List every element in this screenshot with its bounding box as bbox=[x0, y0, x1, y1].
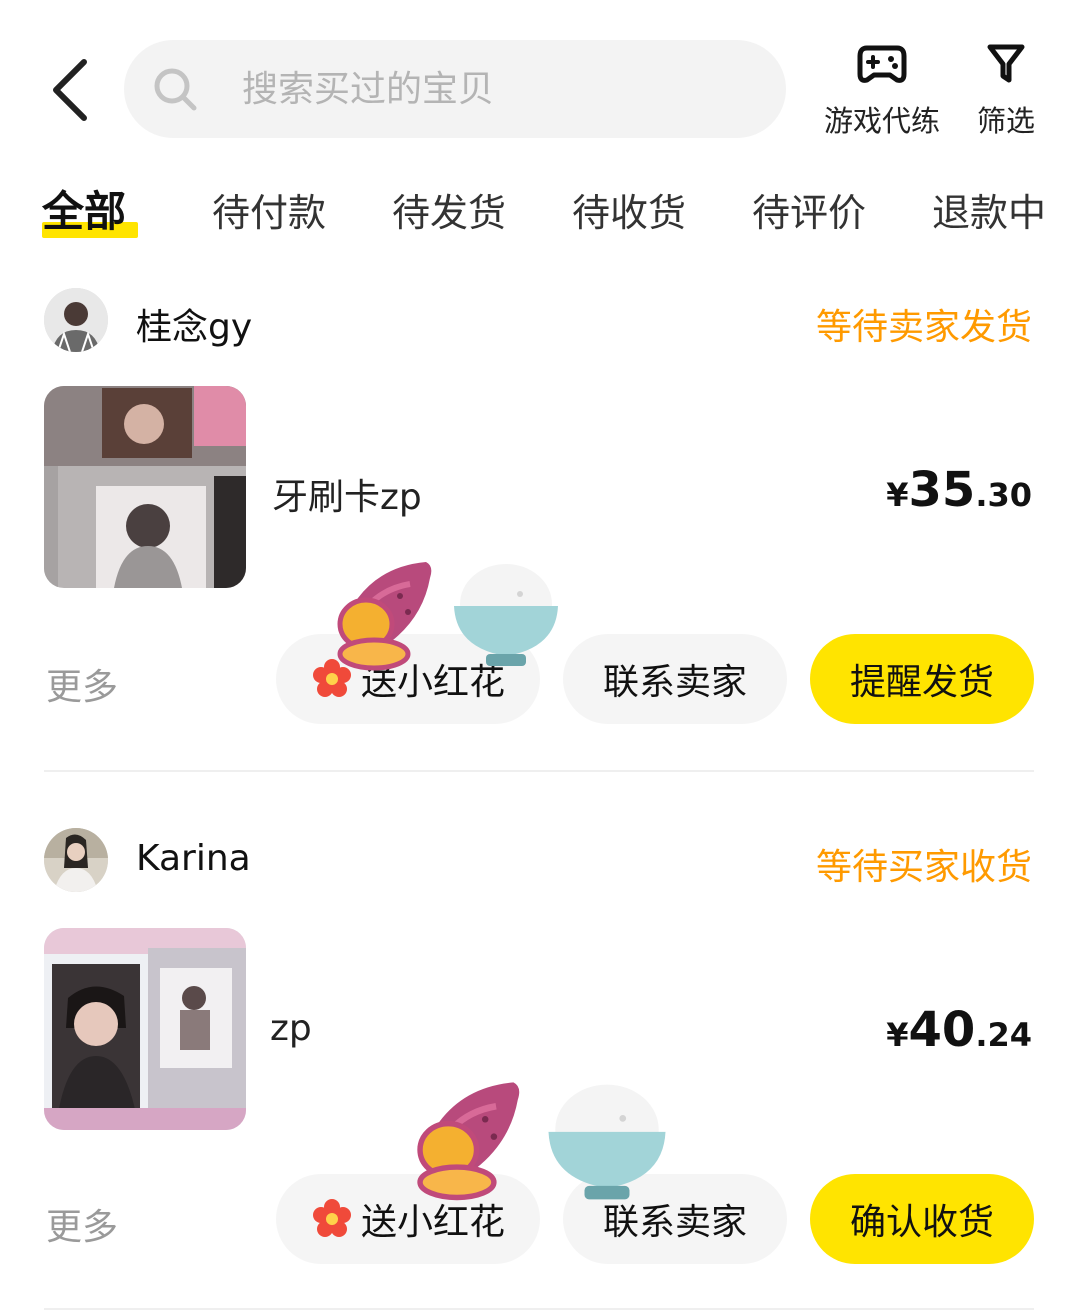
send-flower-label: 送小红花 bbox=[360, 1202, 505, 1243]
flower-icon bbox=[311, 658, 353, 700]
price-currency: ¥ bbox=[886, 476, 909, 514]
remind-shipment-button[interactable]: 提醒发货 bbox=[810, 634, 1034, 724]
search-icon bbox=[152, 66, 198, 112]
game-boost-label: 游戏代练 bbox=[823, 104, 940, 138]
confirm-receipt-label: 确认收货 bbox=[849, 1202, 994, 1243]
seller-avatar[interactable] bbox=[44, 288, 108, 352]
search-bar[interactable] bbox=[124, 40, 786, 138]
back-arrow-icon bbox=[53, 59, 87, 121]
gamepad-icon bbox=[857, 40, 907, 88]
order-divider bbox=[44, 1308, 1034, 1310]
tab-refunding[interactable]: 退款中 bbox=[932, 182, 1046, 237]
contact-seller-button[interactable]: 联系卖家 bbox=[563, 634, 787, 724]
price-decimal: .24 bbox=[975, 1016, 1032, 1054]
tab-pending-shipment[interactable]: 待发货 bbox=[392, 182, 506, 237]
price-integer: 40 bbox=[908, 1002, 976, 1058]
product-title[interactable]: zp bbox=[270, 1008, 312, 1049]
contact-seller-label: 联系卖家 bbox=[602, 662, 747, 703]
flower-icon bbox=[311, 1198, 353, 1240]
product-price: ¥40.24 bbox=[886, 1002, 1032, 1058]
back-button[interactable] bbox=[40, 52, 100, 128]
product-thumbnail[interactable] bbox=[44, 928, 246, 1130]
filter-button[interactable]: 筛选 bbox=[936, 40, 1076, 140]
tab-pending-receipt[interactable]: 待收货 bbox=[572, 182, 686, 237]
search-input[interactable] bbox=[240, 67, 764, 111]
product-title[interactable]: 牙刷卡zp bbox=[272, 468, 422, 520]
send-flower-button[interactable]: 送小红花 bbox=[276, 1174, 540, 1264]
game-boost-button[interactable]: 游戏代练 bbox=[812, 40, 952, 140]
tab-all[interactable]: 全部 bbox=[42, 178, 126, 239]
price-integer: 35 bbox=[908, 462, 976, 518]
confirm-receipt-button[interactable]: 确认收货 bbox=[810, 1174, 1034, 1264]
tab-pending-payment[interactable]: 待付款 bbox=[212, 182, 326, 237]
more-button[interactable]: 更多 bbox=[46, 1198, 118, 1250]
remind-shipment-label: 提醒发货 bbox=[849, 662, 994, 703]
product-price: ¥35.30 bbox=[886, 462, 1032, 518]
price-decimal: .30 bbox=[975, 476, 1032, 514]
seller-avatar[interactable] bbox=[44, 828, 108, 892]
send-flower-label: 送小红花 bbox=[360, 662, 505, 703]
contact-seller-button[interactable]: 联系卖家 bbox=[563, 1174, 787, 1264]
price-currency: ¥ bbox=[886, 1016, 909, 1054]
order-status: 等待买家收货 bbox=[815, 847, 1032, 888]
filter-icon bbox=[986, 40, 1026, 88]
order-divider bbox=[44, 770, 1034, 772]
order-tabs: 全部 待付款 待发货 待收货 待评价 退款中 bbox=[0, 176, 1080, 246]
seller-name[interactable]: Karina bbox=[136, 838, 251, 879]
tab-pending-review[interactable]: 待评价 bbox=[752, 182, 866, 237]
product-thumbnail[interactable] bbox=[44, 386, 246, 588]
more-button[interactable]: 更多 bbox=[46, 658, 118, 710]
order-status: 等待卖家发货 bbox=[815, 307, 1032, 348]
filter-label: 筛选 bbox=[976, 104, 1035, 138]
seller-name[interactable]: 桂念gy bbox=[136, 298, 252, 350]
send-flower-button[interactable]: 送小红花 bbox=[276, 634, 540, 724]
contact-seller-label: 联系卖家 bbox=[602, 1202, 747, 1243]
